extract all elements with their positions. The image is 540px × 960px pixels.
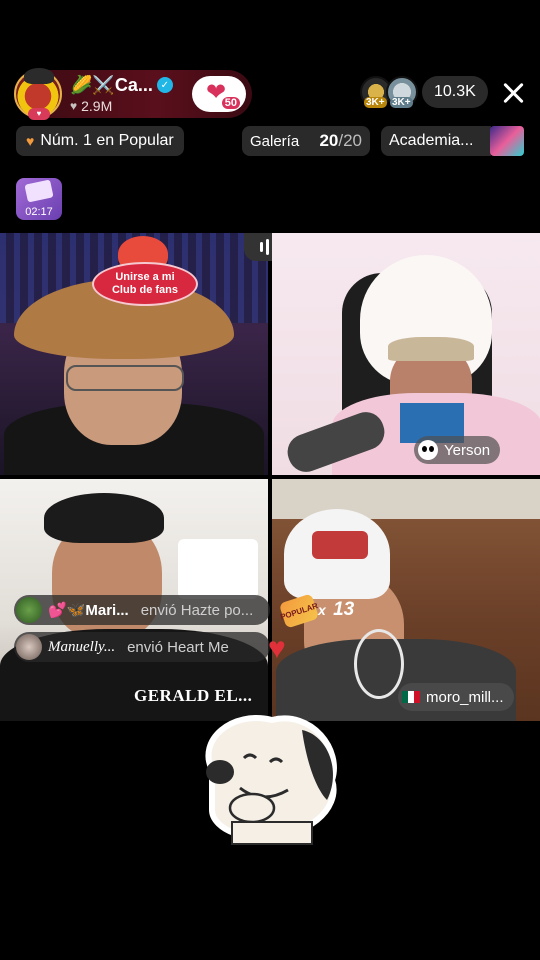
rank-label: Núm. 1 en Popular bbox=[40, 132, 174, 149]
close-icon[interactable] bbox=[500, 80, 526, 106]
chain-necklace bbox=[354, 629, 404, 699]
participant-name-tag[interactable]: moro_mill... bbox=[398, 683, 514, 711]
fan-level: 50 bbox=[221, 97, 240, 109]
rank-heart-icon: ♥ bbox=[26, 133, 35, 149]
gift-timer-text: 02:17 bbox=[25, 206, 53, 218]
academy-button[interactable]: Academia... bbox=[381, 126, 491, 156]
academy-banner-icon[interactable] bbox=[490, 126, 524, 156]
host-info-pill[interactable]: ♥ 🌽⚔️Ca... ✓ ♥ 2.9M 50 bbox=[14, 68, 252, 120]
participant-name: moro_mill... bbox=[426, 688, 504, 706]
host-likes: ♥ 2.9M bbox=[70, 98, 173, 114]
fan-club-invite-badge[interactable]: Unirse a mi Club de fans bbox=[92, 236, 202, 308]
chat-message[interactable]: 💕🦋Mari... envió Hazte po... bbox=[14, 595, 270, 625]
video-tile-yerson[interactable] bbox=[272, 233, 540, 475]
gallery-current: 20 bbox=[319, 131, 339, 150]
host-avatar[interactable]: ♥ bbox=[14, 68, 62, 120]
gallery-count: 20/20 bbox=[319, 131, 362, 151]
fan-club-button[interactable]: 50 bbox=[192, 76, 246, 112]
chat-username[interactable]: 💕🦋Mari... bbox=[48, 601, 129, 619]
background-object bbox=[178, 539, 258, 599]
avatar-badge: ♥ bbox=[28, 108, 50, 120]
chat-text: envió Heart Me bbox=[127, 638, 229, 656]
heart-icon: ♥ bbox=[70, 99, 78, 113]
avatar-hat-decoration bbox=[24, 68, 54, 84]
chat-avatar[interactable] bbox=[16, 597, 42, 623]
heart-gift-icon: ♥ bbox=[268, 632, 286, 665]
chat-message[interactable]: Manuelly... envió Heart Me bbox=[14, 632, 270, 662]
rank-badge[interactable]: ♥ Núm. 1 en Popular bbox=[16, 126, 184, 156]
host-likes-count: 2.9M bbox=[81, 98, 113, 114]
chat-avatar[interactable] bbox=[16, 634, 42, 660]
chat-username[interactable]: Manuelly... bbox=[48, 639, 115, 656]
viewer-badge: 3K+ bbox=[390, 97, 413, 108]
panda-icon bbox=[418, 440, 438, 460]
gift-box-icon bbox=[24, 179, 54, 203]
viewer-badge: 3K+ bbox=[364, 97, 387, 108]
mexico-flag-icon bbox=[402, 691, 420, 703]
viewer-count[interactable]: 10.3K bbox=[422, 76, 488, 108]
viewer-avatar[interactable]: 3K+ bbox=[386, 76, 418, 108]
glasses bbox=[66, 365, 184, 391]
host-name-row: 🌽⚔️Ca... ✓ bbox=[70, 74, 173, 96]
gallery-label: Galería bbox=[250, 132, 300, 150]
participant-name: GERALD EL... bbox=[134, 686, 253, 705]
gift-box-timer[interactable]: 02:17 bbox=[16, 178, 62, 220]
snoopy-sticker bbox=[205, 715, 337, 845]
club-invite-text: Unirse a mi Club de fans bbox=[92, 262, 198, 306]
participant-name-tag[interactable]: Yerson bbox=[414, 436, 501, 464]
host-text: 🌽⚔️Ca... ✓ ♥ 2.9M bbox=[70, 74, 173, 114]
chat-text: envió Hazte po... bbox=[140, 601, 254, 619]
hair bbox=[44, 493, 164, 543]
combo-count: 13 bbox=[333, 599, 355, 620]
top-viewers[interactable]: 3K+ 3K+ 10.3K bbox=[360, 76, 488, 108]
cap bbox=[388, 337, 474, 361]
host-name: 🌽⚔️Ca... bbox=[70, 74, 153, 95]
gallery-button[interactable]: Galería 20/20 bbox=[242, 126, 370, 156]
cap-logo bbox=[312, 531, 368, 559]
participant-name: Yerson bbox=[444, 441, 491, 459]
academy-label: Academia... bbox=[389, 132, 474, 149]
gift-combo-counter: x 13 bbox=[318, 599, 354, 621]
gallery-total: /20 bbox=[338, 131, 362, 150]
combo-multiplier: x bbox=[318, 602, 326, 618]
verified-icon: ✓ bbox=[156, 77, 173, 93]
